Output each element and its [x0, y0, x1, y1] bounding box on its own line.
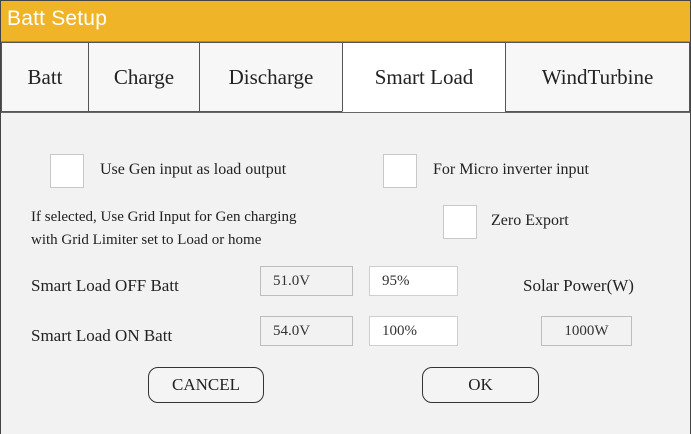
smart-load-on-label: Smart Load ON Batt: [31, 326, 173, 345]
gen-input-load-output-label: Use Gen input as load output: [100, 161, 287, 178]
window-title: Batt Setup: [7, 7, 108, 30]
smart-load-on-voltage-field[interactable]: 54.0V: [260, 316, 353, 346]
tab-batt[interactable]: Batt: [1, 42, 89, 112]
zero-export-label: Zero Export: [491, 212, 569, 229]
grid-input-note-line2: with Grid Limiter set to Load or home: [31, 232, 262, 248]
tab-bar: Batt Charge Discharge Smart Load WindTur…: [1, 42, 690, 112]
gen-input-load-output-checkbox[interactable]: [50, 154, 84, 188]
ok-button[interactable]: OK: [422, 367, 539, 403]
solar-power-field[interactable]: 1000W: [541, 316, 632, 346]
zero-export-checkbox[interactable]: [443, 205, 477, 239]
tab-wind-turbine[interactable]: WindTurbine: [505, 42, 690, 112]
smart-load-off-label: Smart Load OFF Batt: [31, 276, 179, 295]
tab-charge[interactable]: Charge: [88, 42, 200, 112]
micro-inverter-input-checkbox[interactable]: [383, 154, 417, 188]
smart-load-panel: Use Gen input as load output For Micro i…: [1, 112, 690, 434]
cancel-button[interactable]: CANCEL: [148, 367, 264, 403]
smart-load-off-percent-field[interactable]: 95%: [369, 266, 458, 296]
tab-discharge[interactable]: Discharge: [199, 42, 343, 112]
title-bar: Batt Setup: [1, 1, 690, 42]
solar-power-label: Solar Power(W): [523, 276, 634, 295]
micro-inverter-input-label: For Micro inverter input: [433, 161, 589, 178]
smart-load-on-percent-field[interactable]: 100%: [369, 316, 458, 346]
grid-input-note-line1: If selected, Use Grid Input for Gen char…: [31, 209, 297, 225]
smart-load-off-voltage-field[interactable]: 51.0V: [260, 266, 353, 296]
tab-smart-load[interactable]: Smart Load: [342, 42, 506, 112]
batt-setup-window: Batt Setup Batt Charge Discharge Smart L…: [0, 0, 691, 434]
